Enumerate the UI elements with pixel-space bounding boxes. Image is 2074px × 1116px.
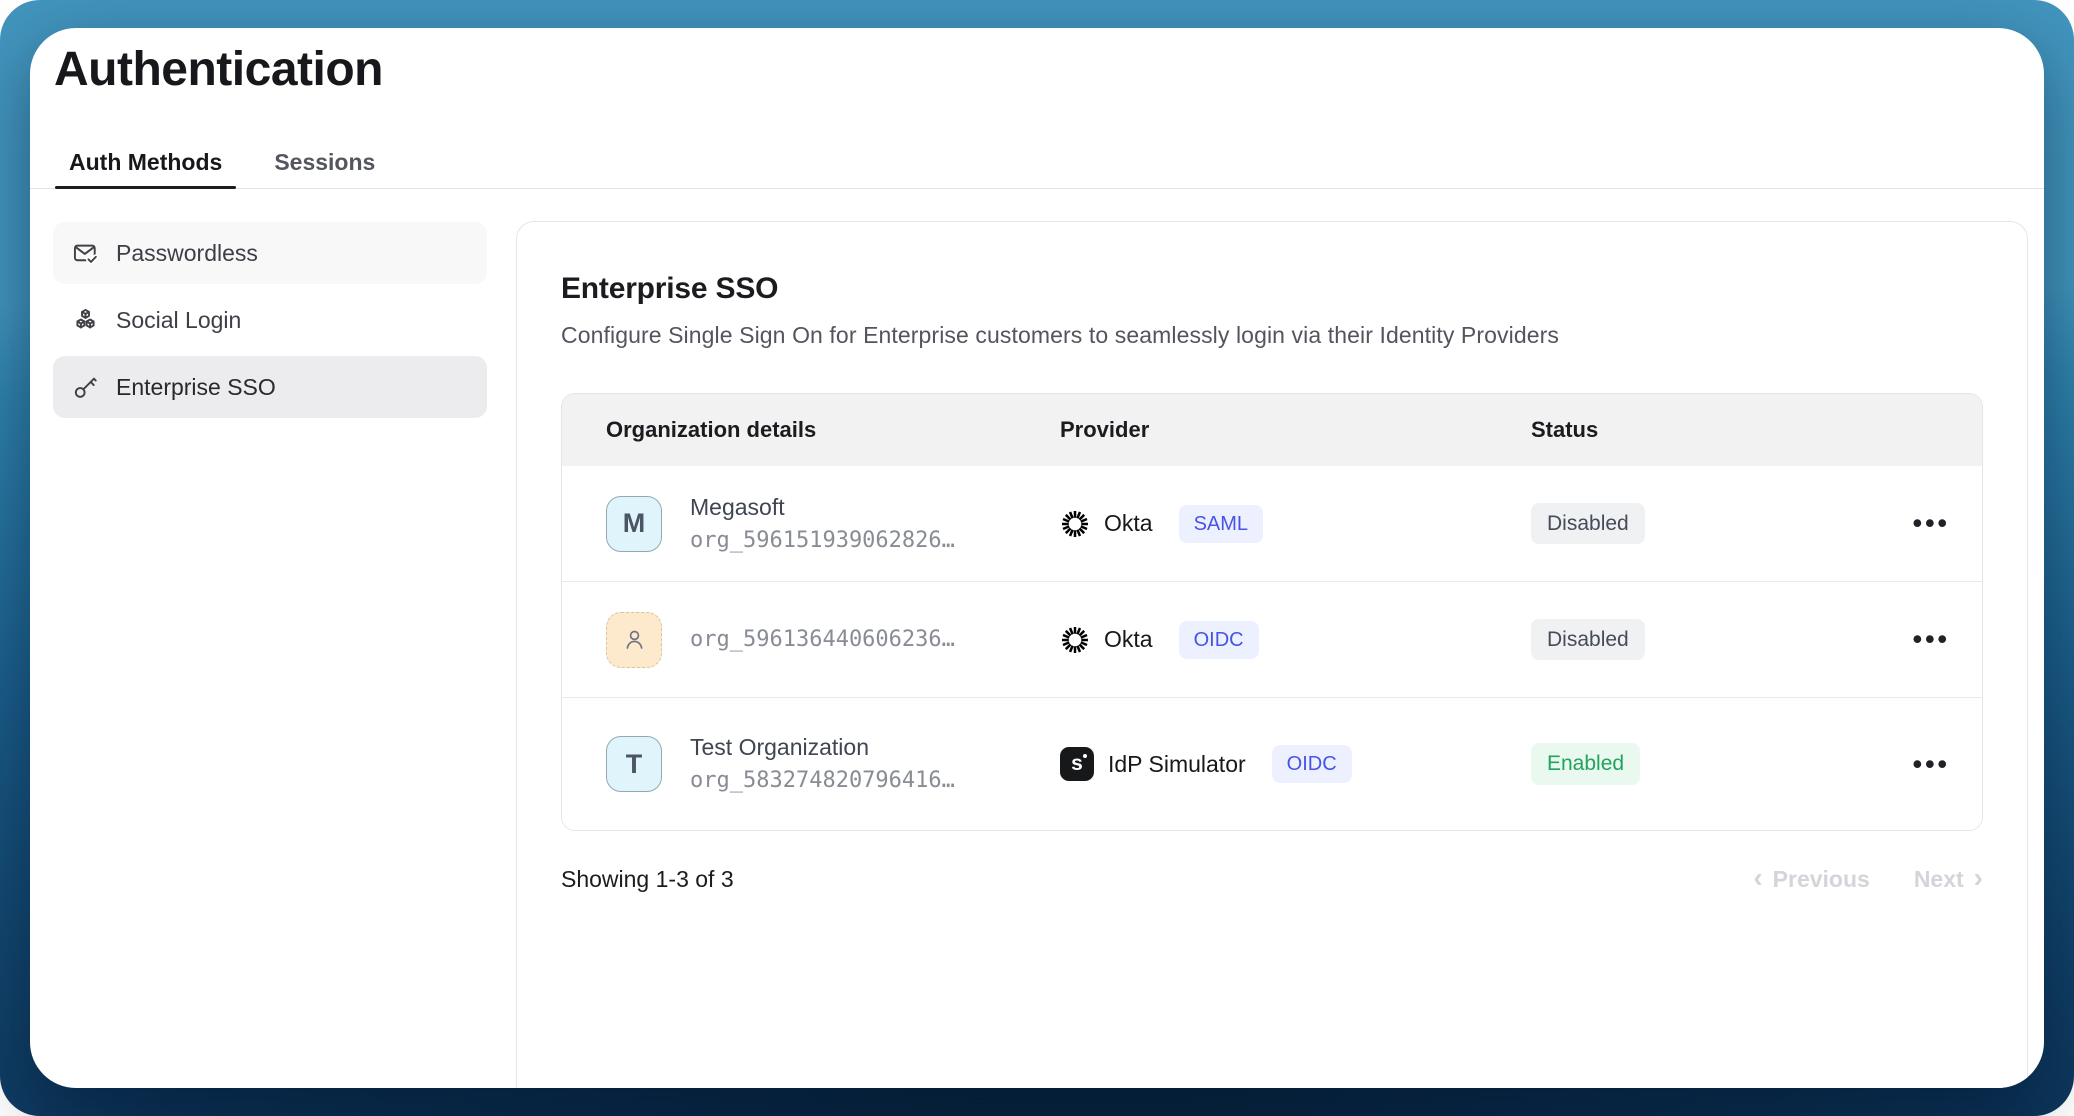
tab-sessions[interactable]: Sessions <box>260 136 389 188</box>
previous-page-button[interactable]: ‹ Previous <box>1753 865 1869 893</box>
org-text: Test Organization org_583274820796416… <box>690 730 955 798</box>
protocol-badge: SAML <box>1179 505 1263 543</box>
organization-cell: M Megasoft org_596151939062826… <box>606 490 1060 558</box>
avatar-initial: M <box>623 508 646 539</box>
tab-auth-methods[interactable]: Auth Methods <box>55 136 236 188</box>
ellipsis-icon: ••• <box>1913 749 1950 779</box>
protocol-badge: OIDC <box>1272 745 1352 783</box>
pagination-bar: Showing 1-3 of 3 ‹ Previous Next › <box>561 865 1983 893</box>
status-cell: Disabled <box>1531 619 1862 660</box>
table-row[interactable]: org_596136440606236… Okta OIDC Dis <box>562 581 1982 697</box>
status-badge: Disabled <box>1531 503 1645 544</box>
row-menu-button[interactable]: ••• <box>1905 504 1958 543</box>
provider-cell: Okta SAML <box>1060 505 1531 543</box>
organization-cell: org_596136440606236… <box>606 612 1060 668</box>
content-area: Passwordless Social Login <box>30 189 2044 1088</box>
enterprise-sso-panel: Enterprise SSO Configure Single Sign On … <box>516 221 2028 1088</box>
tab-sessions-label: Sessions <box>274 149 375 176</box>
org-id: org_583274820796416… <box>690 764 955 798</box>
avatar-initial: T <box>626 749 643 780</box>
window-header: Authentication <box>30 28 2044 136</box>
provider-cell: s IdP Simulator OIDC <box>1060 745 1531 783</box>
mail-check-icon <box>72 240 99 267</box>
sso-connections-table: Organization details Provider Status M M… <box>561 393 1983 831</box>
status-cell: Disabled <box>1531 503 1862 544</box>
panel-heading: Enterprise SSO <box>561 272 1983 306</box>
org-name: Megasoft <box>690 490 955 524</box>
cubes-icon <box>72 307 99 334</box>
tab-bar: Auth Methods Sessions <box>30 136 2044 189</box>
ellipsis-icon: ••• <box>1913 624 1950 654</box>
org-avatar: M <box>606 496 662 552</box>
page-title: Authentication <box>54 40 2044 100</box>
previous-label: Previous <box>1773 866 1870 893</box>
table-header-row: Organization details Provider Status <box>562 394 1982 466</box>
organization-cell: T Test Organization org_583274820796416… <box>606 730 1060 798</box>
ellipsis-icon: ••• <box>1913 508 1950 538</box>
pagination-summary: Showing 1-3 of 3 <box>561 866 734 893</box>
status-badge: Disabled <box>1531 619 1645 660</box>
provider-cell: Okta OIDC <box>1060 621 1531 659</box>
key-icon <box>72 374 99 401</box>
app-window: Authentication Auth Methods Sessions Pa <box>30 28 2044 1088</box>
pager-controls: ‹ Previous Next › <box>1753 865 1983 893</box>
panel-description: Configure Single Sign On for Enterprise … <box>561 322 1983 349</box>
next-page-button[interactable]: Next › <box>1914 865 1983 893</box>
person-icon <box>621 626 648 653</box>
table-row[interactable]: M Megasoft org_596151939062826… <box>562 466 1982 581</box>
org-avatar: T <box>606 736 662 792</box>
status-cell: Enabled <box>1531 743 1862 784</box>
org-text: Megasoft org_596151939062826… <box>690 490 955 558</box>
row-menu-button[interactable]: ••• <box>1905 745 1958 784</box>
protocol-badge: OIDC <box>1179 621 1259 659</box>
table-row[interactable]: T Test Organization org_583274820796416…… <box>562 697 1982 830</box>
provider-name: Okta <box>1104 510 1153 537</box>
idp-simulator-icon: s <box>1060 747 1094 781</box>
tab-auth-methods-label: Auth Methods <box>69 149 222 176</box>
sidebar-item-social-login[interactable]: Social Login <box>53 289 487 351</box>
chevron-left-icon: ‹ <box>1753 864 1762 892</box>
sidebar-item-label: Social Login <box>116 307 241 334</box>
sidebar-item-passwordless[interactable]: Passwordless <box>53 222 487 284</box>
sidebar-item-label: Passwordless <box>116 240 258 267</box>
column-header-organization: Organization details <box>606 417 1060 443</box>
okta-icon <box>1060 509 1090 539</box>
org-id: org_596136440606236… <box>690 623 955 657</box>
column-header-status: Status <box>1531 417 1862 443</box>
provider-name: IdP Simulator <box>1108 751 1246 778</box>
row-menu-button[interactable]: ••• <box>1905 620 1958 659</box>
provider-name: Okta <box>1104 626 1153 653</box>
next-label: Next <box>1914 866 1964 893</box>
sidebar: Passwordless Social Login <box>30 221 516 1088</box>
org-name: Test Organization <box>690 730 955 764</box>
sidebar-item-enterprise-sso[interactable]: Enterprise SSO <box>53 356 487 418</box>
org-text: org_596136440606236… <box>690 623 955 657</box>
sidebar-item-label: Enterprise SSO <box>116 374 276 401</box>
chevron-right-icon: › <box>1974 864 1983 892</box>
okta-icon <box>1060 625 1090 655</box>
org-id: org_596151939062826… <box>690 524 955 558</box>
column-header-provider: Provider <box>1060 417 1531 443</box>
status-badge: Enabled <box>1531 743 1640 784</box>
org-avatar <box>606 612 662 668</box>
